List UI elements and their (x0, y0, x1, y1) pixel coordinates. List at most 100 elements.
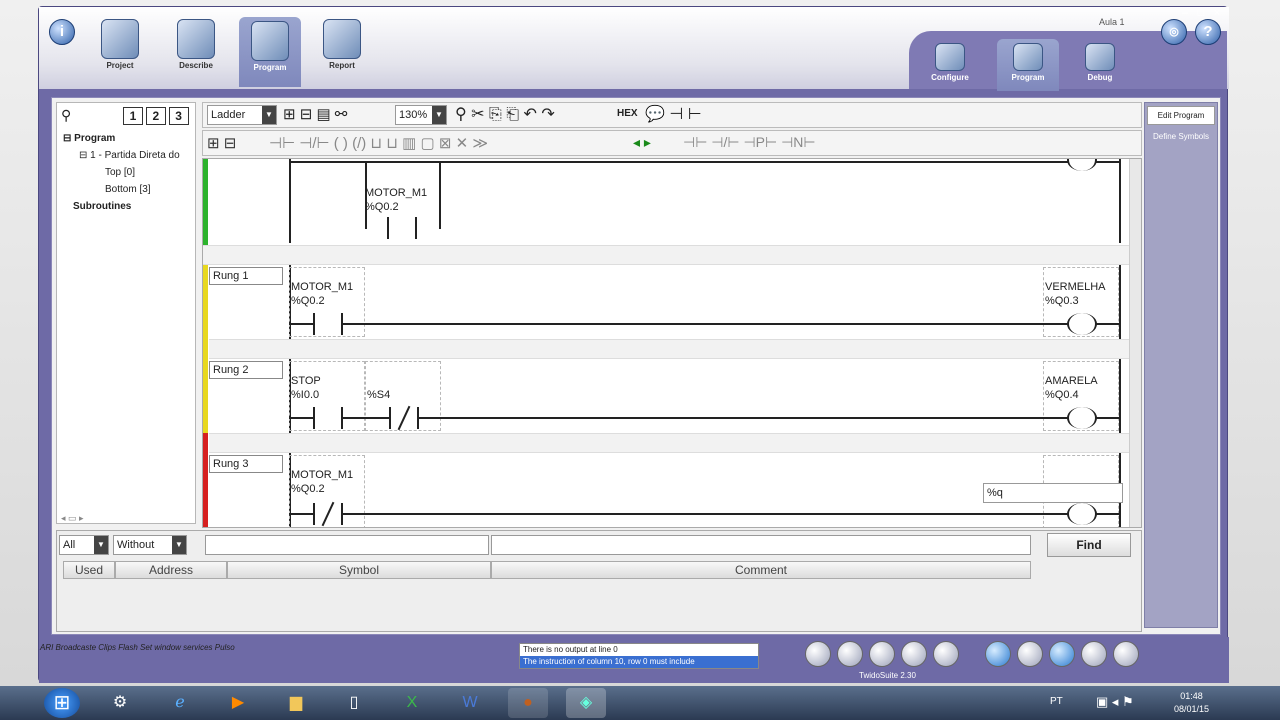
symbol-search-input[interactable] (205, 535, 489, 555)
rung2-coil[interactable] (1067, 407, 1097, 429)
find-button[interactable]: Find (1047, 533, 1131, 557)
rung1-contact[interactable] (313, 313, 343, 335)
language-select[interactable]: Ladder ▼ (207, 105, 277, 125)
rung2-contact-1[interactable] (313, 407, 343, 429)
address-edit-input[interactable]: %q (983, 483, 1123, 503)
vertical-scrollbar[interactable] (1129, 159, 1141, 527)
zoom-select[interactable]: 130% ▼ (395, 105, 447, 125)
rung1-label[interactable]: Rung 1 (209, 267, 283, 285)
rung3-coil[interactable] (1067, 503, 1097, 525)
view-2-button[interactable]: 2 (145, 107, 166, 125)
rung2-contact1-address[interactable]: %I0.0 (291, 389, 319, 402)
edit-icons[interactable]: ⚲ ✂ ⎘ ⎗ ↶ ↷ (455, 104, 555, 124)
contact-icons[interactable]: ⊣⊢ ⊣/⊢ ( ) (/) ⊔ ⊔ ▥ ▢ ⊠ ✕ ≫ (269, 134, 488, 152)
start-button[interactable]: ⊞ (44, 688, 80, 718)
filter-select-1[interactable]: All ▼ (59, 535, 109, 555)
message-1: There is no output at line 0 (523, 645, 618, 654)
ie-icon[interactable]: ℯ (160, 688, 200, 718)
check-icon[interactable] (1113, 641, 1139, 667)
nav-configure[interactable]: Configure (919, 39, 981, 91)
timer-icon[interactable] (901, 641, 927, 667)
media-icon[interactable]: ▶ (218, 688, 258, 718)
help-icon[interactable]: ? (1195, 19, 1221, 45)
edit-program-button[interactable]: Edit Program (1147, 106, 1215, 125)
back-icon[interactable] (805, 641, 831, 667)
folder-icon[interactable]: ▆ (276, 688, 316, 718)
rung2-coil-symbol[interactable]: AMARELA (1045, 375, 1098, 388)
info-icon[interactable]: i (49, 19, 75, 45)
link-icon[interactable]: ⚲ (61, 107, 71, 124)
col-used[interactable]: Used (63, 561, 115, 579)
message-2: The instruction of column 10, row 0 must… (520, 656, 758, 668)
rung1-coil-symbol[interactable]: VERMELHA (1045, 281, 1106, 294)
nav-right-program[interactable]: Program (997, 39, 1059, 91)
tree-program[interactable]: ⊟ Program (63, 133, 115, 144)
rung1-coil-address[interactable]: %Q0.3 (1045, 295, 1079, 308)
view-1-button[interactable]: 1 (123, 107, 143, 125)
stop-icon[interactable] (837, 641, 863, 667)
tree-subroutines[interactable]: Subroutines (73, 201, 131, 212)
view-3-button[interactable]: 3 (168, 107, 189, 125)
plc-icon[interactable] (985, 641, 1011, 667)
rung0-address[interactable]: %Q0.2 (365, 201, 399, 214)
close-button[interactable]: × (1209, 7, 1225, 19)
gear-icon[interactable] (1017, 641, 1043, 667)
edge-icons[interactable]: ⊣⊢ ⊣/⊢ ⊣P⊢ ⊣N⊢ (683, 134, 816, 151)
taskbar-app-icon[interactable]: ⚙ (100, 688, 140, 718)
word-icon[interactable]: W (450, 688, 490, 718)
help-globe-icon[interactable]: ◎ (1161, 19, 1187, 45)
toolbar-icons-left[interactable]: ⊞ ⊟ ▤ ⚯ (283, 105, 347, 123)
twido-icon[interactable]: ◈ (566, 688, 606, 718)
tray-icons[interactable]: ▣ ◂ ⚑ (1096, 694, 1134, 710)
rung0-coil[interactable] (1067, 159, 1097, 171)
tree-section[interactable]: ⊟ 1 - Partida Direta do (79, 150, 180, 161)
hex-button[interactable]: HEX (617, 108, 638, 119)
rung-insert-icons[interactable]: ⊞ ⊟ (207, 134, 236, 152)
rung2-contact2-address[interactable]: %S4 (367, 389, 390, 402)
tree-bottom[interactable]: Bottom [3] (105, 184, 151, 195)
tree-scrollbar[interactable]: ◂ ▭ ▸ (61, 513, 84, 524)
rung0-branch-contact[interactable] (387, 217, 417, 239)
rung2-contact1-symbol[interactable]: STOP (291, 375, 321, 388)
excel-icon[interactable]: X (392, 688, 432, 718)
recorder-icon[interactable]: ● (508, 688, 548, 718)
nav-debug[interactable]: Debug (1069, 39, 1131, 91)
nav-project[interactable]: Project (89, 15, 151, 85)
filter-select-2[interactable]: Without ▼ (113, 535, 187, 555)
define-symbols-button[interactable]: Define Symbols (1147, 128, 1215, 145)
right-rail-0 (1119, 159, 1121, 243)
document-icon[interactable]: ▯ (334, 688, 374, 718)
nav-arrows[interactable]: ◂ ▸ (633, 134, 651, 151)
rung0-symbol[interactable]: MOTOR_M1 (365, 187, 427, 200)
clock[interactable]: 01:48 08/01/15 (1174, 690, 1209, 716)
connect-icon[interactable] (1049, 641, 1075, 667)
rung2-coil-address[interactable]: %Q0.4 (1045, 389, 1079, 402)
minimize-button[interactable]: – (1177, 7, 1193, 19)
s-icon[interactable] (933, 641, 959, 667)
language-indicator[interactable]: PT (1050, 696, 1063, 707)
rung1-contact-address[interactable]: %Q0.2 (291, 295, 325, 308)
rung1-coil[interactable] (1067, 313, 1097, 335)
nav-report[interactable]: Report (311, 15, 373, 85)
rung1-contact-symbol[interactable]: MOTOR_M1 (291, 281, 353, 294)
col-symbol[interactable]: Symbol (227, 561, 491, 579)
rung3-wire (289, 513, 1119, 515)
nav-describe[interactable]: Describe (165, 15, 227, 85)
save-icon[interactable] (869, 641, 895, 667)
comment-icons[interactable]: 💬 ⊣ ⊢ (645, 104, 702, 124)
transfer-icon[interactable] (1081, 641, 1107, 667)
rung3-contact-symbol[interactable]: MOTOR_M1 (291, 469, 353, 482)
tree-top[interactable]: Top [0] (105, 167, 135, 178)
rung2-label[interactable]: Rung 2 (209, 361, 283, 379)
maximize-button[interactable]: □ (1193, 7, 1209, 19)
message-list[interactable]: There is no output at line 0 The instruc… (519, 643, 759, 669)
rung3-label[interactable]: Rung 3 (209, 455, 283, 473)
date: 08/01/15 (1174, 704, 1210, 714)
col-comment[interactable]: Comment (491, 561, 1031, 579)
nav-program[interactable]: Program (239, 17, 301, 87)
rung3-contact[interactable] (313, 503, 343, 525)
rung3-contact-address[interactable]: %Q0.2 (291, 483, 325, 496)
col-address[interactable]: Address (115, 561, 227, 579)
comment-search-input[interactable] (491, 535, 1031, 555)
rung2-contact-2[interactable] (389, 407, 419, 429)
